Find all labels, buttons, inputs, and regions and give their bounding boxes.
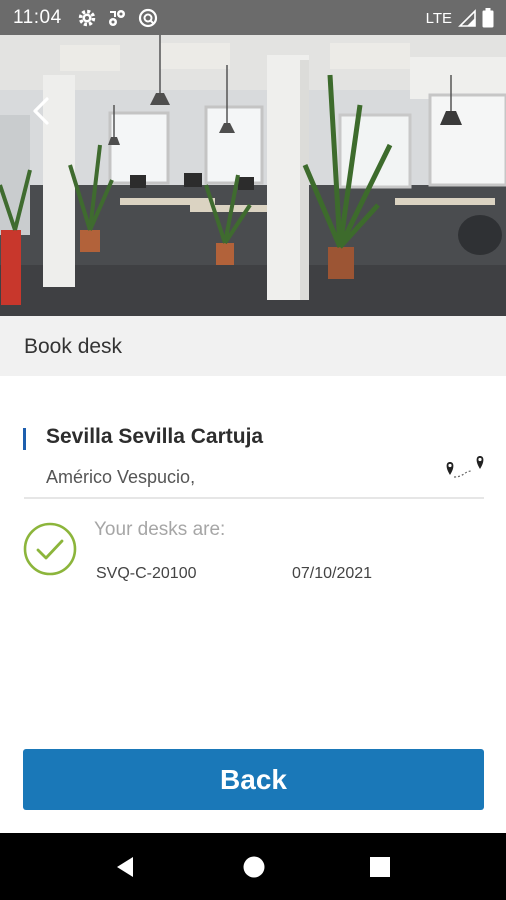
divider [24, 497, 484, 499]
network-type: LTE [425, 9, 452, 27]
office-photo [0, 35, 506, 316]
home-circle-icon[interactable] [241, 854, 267, 880]
back-triangle-icon[interactable] [113, 854, 139, 880]
office-illustration [0, 35, 506, 316]
check-circle-icon [23, 522, 77, 576]
status-bar: 11:04 LTE [0, 0, 506, 35]
back-button[interactable]: Back [23, 749, 484, 810]
desk-code: SVQ-C-20100 [96, 565, 197, 582]
section-header: Book desk [0, 316, 506, 376]
battery-icon [482, 8, 494, 28]
route-pins-icon[interactable] [442, 453, 488, 483]
recents-square-icon[interactable] [367, 854, 393, 880]
sync-icon [109, 10, 125, 26]
location-name: Sevilla Sevilla Cartuja [46, 425, 264, 448]
desk-date: 07/10/2021 [292, 565, 373, 582]
signal-icon [458, 9, 476, 27]
data-saver-icon [138, 8, 158, 28]
navigation-bar [0, 833, 506, 900]
chevron-left-icon[interactable] [28, 95, 56, 127]
status-right: LTE [426, 6, 494, 30]
desks-label: Your desks are: [94, 519, 226, 540]
location-accent-bar [23, 428, 26, 450]
status-time: 11:04 [13, 7, 62, 28]
location-address: Américo Vespucio, [46, 467, 196, 487]
page-title: Book desk [24, 335, 123, 358]
gear-icon [78, 9, 96, 27]
